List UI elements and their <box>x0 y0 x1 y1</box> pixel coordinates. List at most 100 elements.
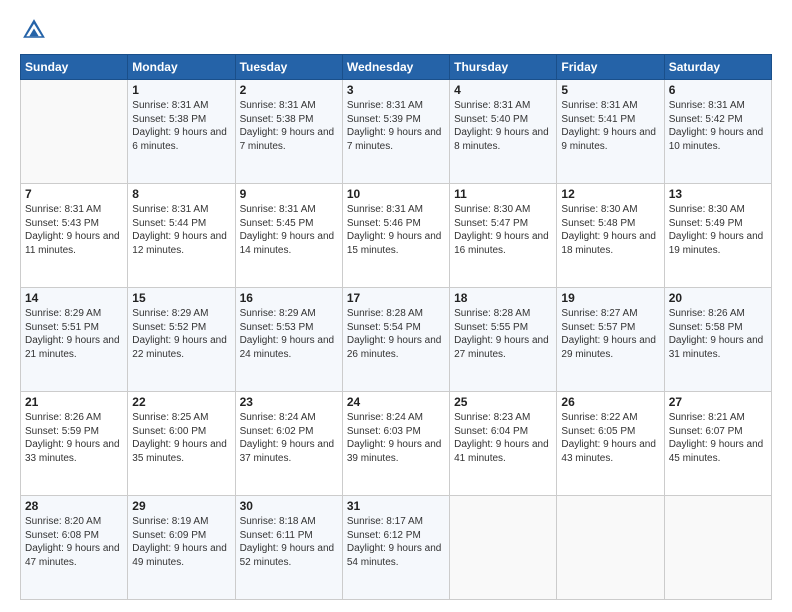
cell-info: Sunrise: 8:31 AMSunset: 5:42 PMDaylight:… <box>669 99 767 153</box>
cell-info: Sunrise: 8:31 AMSunset: 5:38 PMDaylight:… <box>132 99 230 153</box>
cell-info: Sunrise: 8:22 AMSunset: 6:05 PMDaylight:… <box>561 411 659 465</box>
calendar-cell <box>664 496 771 600</box>
header <box>20 16 772 44</box>
cell-date: 8 <box>132 187 230 201</box>
calendar-week-row: 1 Sunrise: 8:31 AMSunset: 5:38 PMDaylight… <box>21 80 772 184</box>
calendar-header-row: SundayMondayTuesdayWednesdayThursdayFrid… <box>21 55 772 80</box>
calendar-cell <box>21 80 128 184</box>
cell-date: 2 <box>240 83 338 97</box>
cell-date: 24 <box>347 395 445 409</box>
cell-info: Sunrise: 8:24 AMSunset: 6:03 PMDaylight:… <box>347 411 445 465</box>
calendar-cell: 24 Sunrise: 8:24 AMSunset: 6:03 PMDayligh… <box>342 392 449 496</box>
cell-date: 26 <box>561 395 659 409</box>
cell-date: 10 <box>347 187 445 201</box>
cell-info: Sunrise: 8:26 AMSunset: 5:59 PMDaylight:… <box>25 411 123 465</box>
cell-date: 13 <box>669 187 767 201</box>
cell-date: 1 <box>132 83 230 97</box>
calendar-cell: 13 Sunrise: 8:30 AMSunset: 5:49 PMDayligh… <box>664 184 771 288</box>
cell-date: 19 <box>561 291 659 305</box>
calendar-cell: 17 Sunrise: 8:28 AMSunset: 5:54 PMDayligh… <box>342 288 449 392</box>
calendar-week-row: 7 Sunrise: 8:31 AMSunset: 5:43 PMDaylight… <box>21 184 772 288</box>
calendar-cell: 22Sunrise: 8:25 AMSunset: 6:00 PMDayligh… <box>128 392 235 496</box>
calendar-cell: 27 Sunrise: 8:21 AMSunset: 6:07 PMDayligh… <box>664 392 771 496</box>
calendar-cell: 26 Sunrise: 8:22 AMSunset: 6:05 PMDayligh… <box>557 392 664 496</box>
cell-info: Sunrise: 8:25 AMSunset: 6:00 PMDaylight:… <box>132 411 230 465</box>
cell-info: Sunrise: 8:29 AMSunset: 5:52 PMDaylight:… <box>132 307 230 361</box>
calendar-cell <box>557 496 664 600</box>
cell-date: 7 <box>25 187 123 201</box>
cell-date: 29 <box>132 499 230 513</box>
cell-info: Sunrise: 8:31 AMSunset: 5:40 PMDaylight:… <box>454 99 552 153</box>
cell-date: 11 <box>454 187 552 201</box>
calendar-cell: 10 Sunrise: 8:31 AMSunset: 5:46 PMDayligh… <box>342 184 449 288</box>
calendar-week-row: 14Sunrise: 8:29 AMSunset: 5:51 PMDayligh… <box>21 288 772 392</box>
calendar: SundayMondayTuesdayWednesdayThursdayFrid… <box>20 54 772 600</box>
calendar-cell: 11 Sunrise: 8:30 AMSunset: 5:47 PMDayligh… <box>450 184 557 288</box>
cell-date: 27 <box>669 395 767 409</box>
weekday-header: Sunday <box>21 55 128 80</box>
cell-info: Sunrise: 8:18 AMSunset: 6:11 PMDaylight:… <box>240 515 338 569</box>
calendar-cell: 16 Sunrise: 8:29 AMSunset: 5:53 PMDayligh… <box>235 288 342 392</box>
cell-info: Sunrise: 8:31 AMSunset: 5:44 PMDaylight:… <box>132 203 230 257</box>
calendar-cell: 25Sunrise: 8:23 AMSunset: 6:04 PMDayligh… <box>450 392 557 496</box>
calendar-cell: 4 Sunrise: 8:31 AMSunset: 5:40 PMDaylight… <box>450 80 557 184</box>
weekday-header: Wednesday <box>342 55 449 80</box>
cell-info: Sunrise: 8:24 AMSunset: 6:02 PMDaylight:… <box>240 411 338 465</box>
cell-info: Sunrise: 8:19 AMSunset: 6:09 PMDaylight:… <box>132 515 230 569</box>
calendar-cell <box>450 496 557 600</box>
calendar-cell: 31 Sunrise: 8:17 AMSunset: 6:12 PMDayligh… <box>342 496 449 600</box>
calendar-cell: 1 Sunrise: 8:31 AMSunset: 5:38 PMDaylight… <box>128 80 235 184</box>
cell-date: 5 <box>561 83 659 97</box>
weekday-header: Thursday <box>450 55 557 80</box>
cell-date: 21 <box>25 395 123 409</box>
cell-date: 15 <box>132 291 230 305</box>
weekday-header: Monday <box>128 55 235 80</box>
cell-info: Sunrise: 8:31 AMSunset: 5:39 PMDaylight:… <box>347 99 445 153</box>
calendar-cell: 29 Sunrise: 8:19 AMSunset: 6:09 PMDayligh… <box>128 496 235 600</box>
calendar-cell: 3 Sunrise: 8:31 AMSunset: 5:39 PMDaylight… <box>342 80 449 184</box>
calendar-week-row: 21 Sunrise: 8:26 AMSunset: 5:59 PMDayligh… <box>21 392 772 496</box>
cell-date: 16 <box>240 291 338 305</box>
calendar-cell: 15 Sunrise: 8:29 AMSunset: 5:52 PMDayligh… <box>128 288 235 392</box>
cell-date: 17 <box>347 291 445 305</box>
cell-info: Sunrise: 8:31 AMSunset: 5:41 PMDaylight:… <box>561 99 659 153</box>
cell-date: 23 <box>240 395 338 409</box>
logo-icon <box>20 16 48 44</box>
cell-info: Sunrise: 8:30 AMSunset: 5:49 PMDaylight:… <box>669 203 767 257</box>
cell-date: 30 <box>240 499 338 513</box>
cell-info: Sunrise: 8:29 AMSunset: 5:53 PMDaylight:… <box>240 307 338 361</box>
calendar-cell: 5 Sunrise: 8:31 AMSunset: 5:41 PMDaylight… <box>557 80 664 184</box>
cell-date: 3 <box>347 83 445 97</box>
cell-info: Sunrise: 8:26 AMSunset: 5:58 PMDaylight:… <box>669 307 767 361</box>
weekday-header: Tuesday <box>235 55 342 80</box>
weekday-header: Friday <box>557 55 664 80</box>
cell-date: 4 <box>454 83 552 97</box>
cell-info: Sunrise: 8:21 AMSunset: 6:07 PMDaylight:… <box>669 411 767 465</box>
cell-info: Sunrise: 8:31 AMSunset: 5:38 PMDaylight:… <box>240 99 338 153</box>
calendar-cell: 14Sunrise: 8:29 AMSunset: 5:51 PMDayligh… <box>21 288 128 392</box>
cell-info: Sunrise: 8:29 AMSunset: 5:51 PMDaylight:… <box>25 307 123 361</box>
calendar-cell: 12Sunrise: 8:30 AMSunset: 5:48 PMDayligh… <box>557 184 664 288</box>
calendar-cell: 21 Sunrise: 8:26 AMSunset: 5:59 PMDayligh… <box>21 392 128 496</box>
cell-date: 31 <box>347 499 445 513</box>
calendar-cell: 20 Sunrise: 8:26 AMSunset: 5:58 PMDayligh… <box>664 288 771 392</box>
weekday-header: Saturday <box>664 55 771 80</box>
calendar-cell: 8 Sunrise: 8:31 AMSunset: 5:44 PMDaylight… <box>128 184 235 288</box>
page: SundayMondayTuesdayWednesdayThursdayFrid… <box>0 0 792 612</box>
cell-info: Sunrise: 8:30 AMSunset: 5:47 PMDaylight:… <box>454 203 552 257</box>
calendar-cell: 7 Sunrise: 8:31 AMSunset: 5:43 PMDaylight… <box>21 184 128 288</box>
cell-info: Sunrise: 8:31 AMSunset: 5:45 PMDaylight:… <box>240 203 338 257</box>
cell-info: Sunrise: 8:17 AMSunset: 6:12 PMDaylight:… <box>347 515 445 569</box>
cell-date: 18 <box>454 291 552 305</box>
calendar-cell: 19Sunrise: 8:27 AMSunset: 5:57 PMDayligh… <box>557 288 664 392</box>
calendar-week-row: 28Sunrise: 8:20 AMSunset: 6:08 PMDayligh… <box>21 496 772 600</box>
calendar-cell: 6Sunrise: 8:31 AMSunset: 5:42 PMDaylight… <box>664 80 771 184</box>
cell-date: 28 <box>25 499 123 513</box>
cell-date: 20 <box>669 291 767 305</box>
cell-date: 9 <box>240 187 338 201</box>
calendar-cell: 28Sunrise: 8:20 AMSunset: 6:08 PMDayligh… <box>21 496 128 600</box>
calendar-cell: 18Sunrise: 8:28 AMSunset: 5:55 PMDayligh… <box>450 288 557 392</box>
cell-info: Sunrise: 8:31 AMSunset: 5:43 PMDaylight:… <box>25 203 123 257</box>
cell-info: Sunrise: 8:28 AMSunset: 5:54 PMDaylight:… <box>347 307 445 361</box>
cell-info: Sunrise: 8:31 AMSunset: 5:46 PMDaylight:… <box>347 203 445 257</box>
